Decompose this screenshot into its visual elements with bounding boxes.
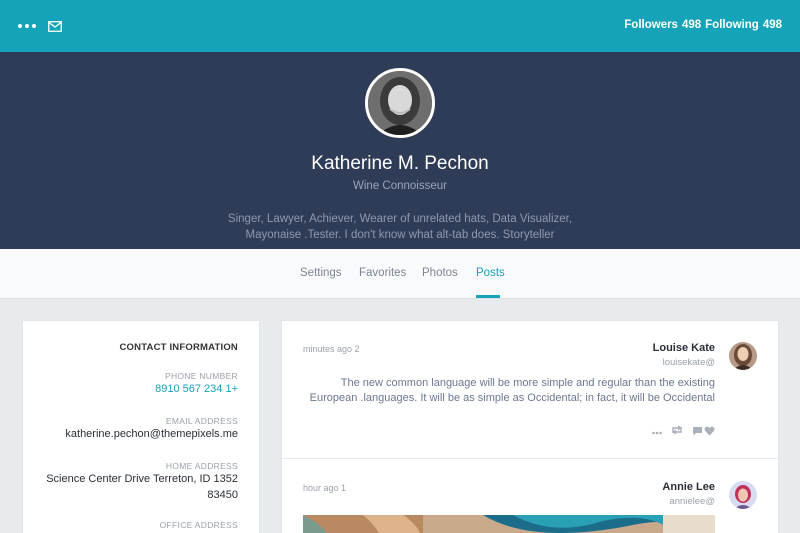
comment-icon[interactable]	[692, 426, 715, 436]
profile-avatar[interactable]	[365, 68, 435, 138]
retweet-icon[interactable]	[671, 422, 683, 440]
post-time: hour ago 1	[303, 483, 347, 493]
profile-name: Katherine M. Pechon	[311, 153, 489, 174]
post-text: The new common language will be more sim…	[309, 377, 715, 404]
followers-link[interactable]: Followers 498	[624, 19, 701, 31]
home-address-label: HOME ADDRESS	[165, 461, 238, 471]
home-address-line2: 83450	[207, 489, 238, 501]
top-bar: Followers 498 Following 498	[0, 0, 800, 52]
followers-label: Followers	[624, 19, 678, 31]
contact-card: CONTACT INFORMATION PHONE NUMBER 8910 56…	[22, 320, 260, 533]
heart-icon[interactable]	[704, 426, 715, 436]
post-actions	[652, 422, 715, 440]
follow-stats: Followers 498 Following 498	[624, 19, 782, 31]
post-time: minutes ago 2	[303, 344, 360, 354]
post-photo[interactable]	[303, 515, 715, 533]
profile-bio: Singer, Lawyer, Achiever, Wearer of unre…	[227, 213, 573, 241]
post-author-avatar[interactable]	[729, 342, 757, 370]
contact-title: CONTACT INFORMATION	[119, 342, 238, 353]
mail-icon[interactable]	[48, 18, 62, 34]
following-link[interactable]: Following 498	[705, 19, 782, 31]
email-address[interactable]: katherine.pechon@themepixels.me	[65, 426, 238, 442]
profile-tabs: Settings Favorites Photos Posts	[0, 249, 800, 299]
tab-settings[interactable]: Settings	[300, 267, 342, 279]
more-dots-icon[interactable]	[18, 18, 36, 34]
post-author[interactable]: Annie Lee	[662, 481, 715, 493]
tab-photos[interactable]: Photos	[422, 267, 458, 279]
post-divider	[282, 458, 778, 459]
phone-label: PHONE NUMBER	[164, 371, 238, 381]
active-tab-indicator	[476, 295, 500, 298]
phone-number[interactable]: 8910 567 234 1+	[155, 381, 238, 397]
post-author[interactable]: Louise Kate	[653, 342, 715, 354]
followers-count: 498	[681, 19, 702, 31]
email-label: EMAIL ADDRESS	[165, 416, 238, 426]
post-handle: louisekate@	[662, 357, 715, 368]
topbar-left-icons	[18, 18, 62, 34]
tab-favorites[interactable]: Favorites	[359, 267, 406, 279]
office-address-label: OFFICE ADDRESS	[159, 520, 238, 530]
following-label: Following	[705, 19, 759, 31]
tab-posts[interactable]: Posts	[476, 267, 505, 279]
more-dots-icon[interactable]	[652, 422, 662, 440]
following-count: 498	[762, 19, 782, 31]
home-address-line1: Science Center Drive Terreton, ID 1352	[46, 473, 238, 485]
post-author-avatar[interactable]	[729, 481, 757, 509]
profile-role: Wine Connoisseur	[353, 180, 447, 192]
posts-card: minutes ago 2 Louise Kate louisekate@ Th…	[281, 320, 779, 533]
post-handle: annielee@	[669, 496, 715, 507]
profile-header: Katherine M. Pechon Wine Connoisseur Sin…	[0, 52, 800, 278]
